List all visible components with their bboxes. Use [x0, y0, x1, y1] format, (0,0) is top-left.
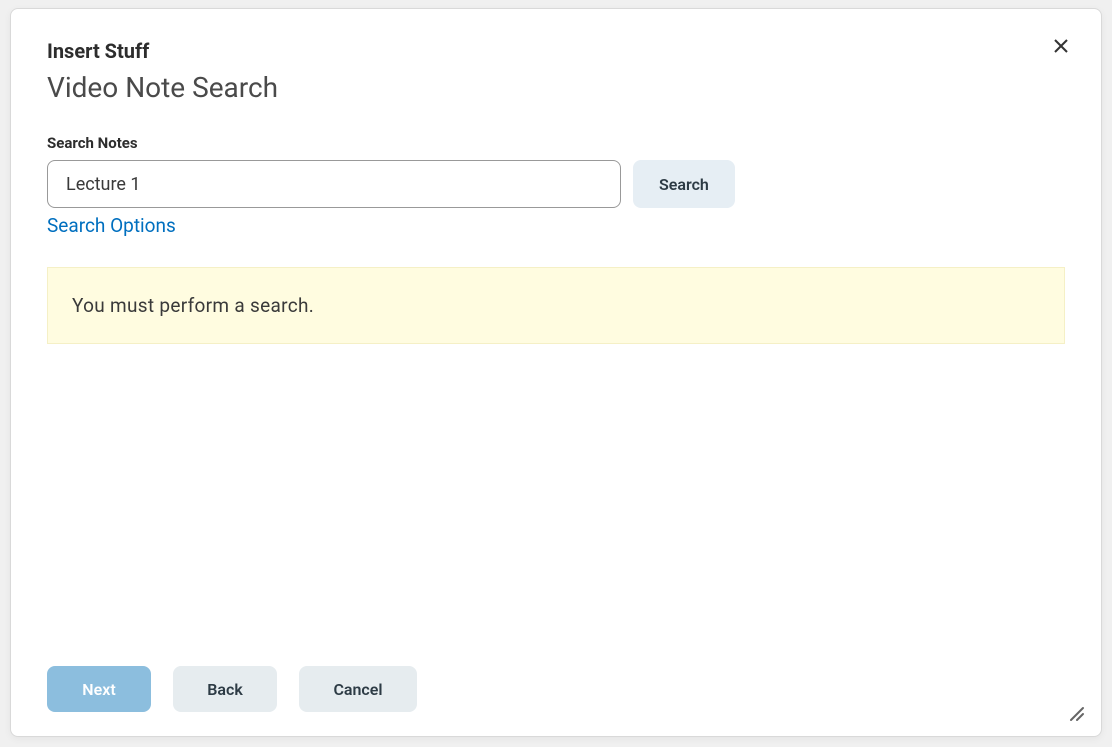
- dialog-footer: Next Back Cancel: [47, 646, 1065, 712]
- search-input[interactable]: [47, 160, 621, 208]
- dialog-subtitle: Video Note Search: [47, 71, 1065, 104]
- search-row: Search: [47, 160, 1065, 208]
- resize-handle[interactable]: [1067, 704, 1085, 722]
- search-label: Search Notes: [47, 134, 1065, 152]
- alert-message: You must perform a search.: [72, 294, 1040, 317]
- close-button[interactable]: [1043, 29, 1079, 65]
- close-icon: [1053, 38, 1069, 57]
- next-button[interactable]: Next: [47, 666, 151, 712]
- cancel-button[interactable]: Cancel: [299, 666, 417, 712]
- alert-box: You must perform a search.: [47, 267, 1065, 344]
- insert-stuff-dialog: Insert Stuff Video Note Search Search No…: [10, 8, 1102, 737]
- dialog-title: Insert Stuff: [47, 39, 1065, 63]
- search-button[interactable]: Search: [633, 160, 735, 208]
- search-options-link[interactable]: Search Options: [47, 214, 1065, 237]
- resize-icon: [1067, 707, 1085, 726]
- back-button[interactable]: Back: [173, 666, 277, 712]
